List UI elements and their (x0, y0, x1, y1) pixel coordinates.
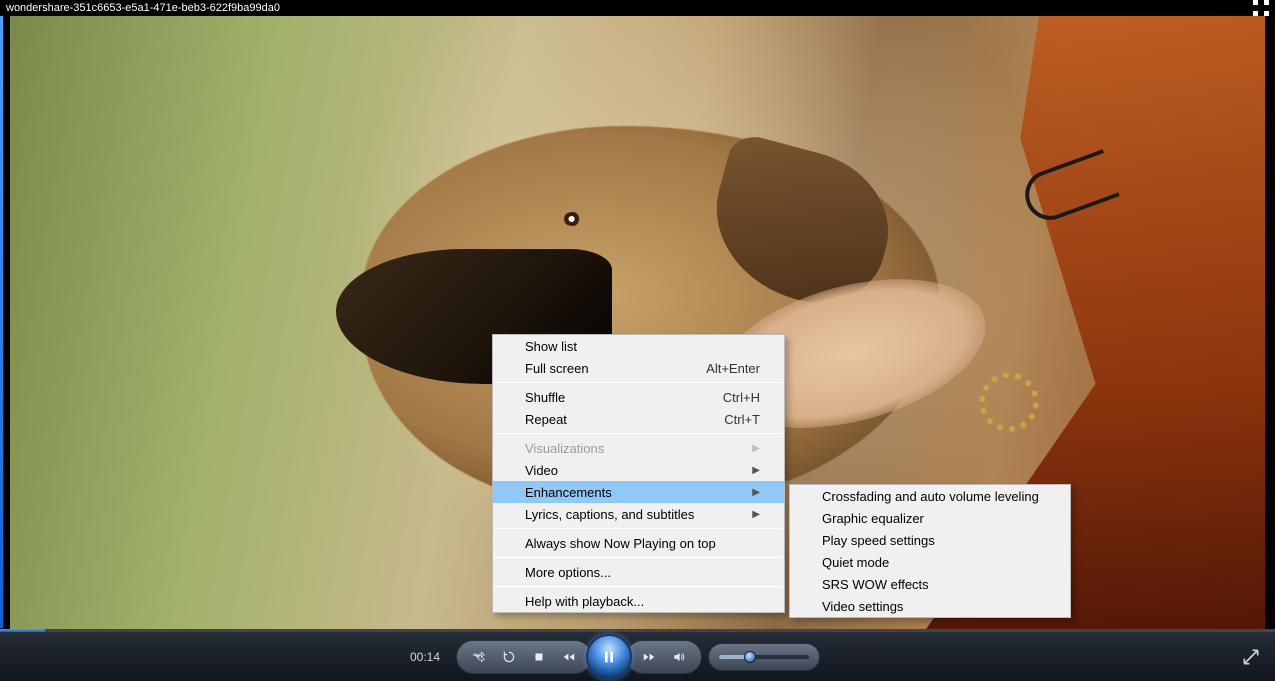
switch-view-icon[interactable] (1253, 0, 1269, 16)
volume-capsule (708, 643, 820, 671)
shuffle-icon (472, 650, 486, 664)
submenu-item-label: SRS WOW effects (822, 577, 1046, 592)
menu-item-help-with-playback[interactable]: Help with playback... (493, 590, 784, 612)
menu-separator (494, 528, 783, 529)
menu-item-label: Shuffle (525, 390, 699, 405)
menu-item-more-options[interactable]: More options... (493, 561, 784, 583)
menu-item-repeat[interactable]: Repeat Ctrl+T (493, 408, 784, 430)
menu-item-shuffle[interactable]: Shuffle Ctrl+H (493, 386, 784, 408)
stop-icon (532, 650, 546, 664)
mute-button[interactable] (665, 643, 693, 671)
context-menu: Show list Full screen Alt+Enter Shuffle Ctrl… (492, 334, 785, 613)
menu-item-always-show-now-playing-on-top[interactable]: Always show Now Playing on top (493, 532, 784, 554)
menu-separator (494, 382, 783, 383)
previous-icon (562, 650, 576, 664)
menu-item-enhancements[interactable]: Enhancements ▶ (493, 481, 784, 503)
menu-item-lyrics-captions-and-subtitles[interactable]: Lyrics, captions, and subtitles ▶ (493, 503, 784, 525)
enhancements-submenu: Crossfading and auto volume leveling Grap… (789, 484, 1071, 618)
submenu-item-quiet-mode[interactable]: Quiet mode (790, 551, 1070, 573)
window-title: wondershare-351c6653-e5a1-471e-beb3-622f… (6, 2, 280, 14)
submenu-item-label: Play speed settings (822, 533, 1046, 548)
submenu-item-video-settings[interactable]: Video settings (790, 595, 1070, 617)
submenu-arrow-icon: ▶ (752, 443, 760, 454)
next-button[interactable] (635, 643, 663, 671)
elapsed-time: 00:14 (410, 650, 440, 664)
menu-separator (494, 586, 783, 587)
control-capsule-right (626, 640, 702, 674)
menu-item-visualizations: Visualizations ▶ (493, 437, 784, 459)
submenu-arrow-icon: ▶ (752, 509, 760, 520)
menu-item-label: Video (525, 463, 728, 478)
play-pause-button[interactable] (586, 634, 632, 680)
control-center (456, 634, 820, 680)
menu-item-label: Help with playback... (525, 594, 760, 609)
menu-separator (494, 557, 783, 558)
fullscreen-button[interactable] (1241, 647, 1261, 667)
fullscreen-icon (1241, 647, 1261, 667)
menu-item-shortcut: Ctrl+T (724, 412, 760, 427)
menu-item-label: Show list (525, 339, 760, 354)
left-edge-highlight (0, 16, 3, 628)
submenu-arrow-icon: ▶ (752, 487, 760, 498)
menu-item-shortcut: Ctrl+H (723, 390, 760, 405)
menu-item-label: Repeat (525, 412, 700, 427)
menu-item-show-list[interactable]: Show list (493, 335, 784, 357)
submenu-item-label: Crossfading and auto volume leveling (822, 489, 1046, 504)
shuffle-button[interactable] (465, 643, 493, 671)
submenu-item-label: Graphic equalizer (822, 511, 1046, 526)
submenu-item-label: Quiet mode (822, 555, 1046, 570)
volume-slider[interactable] (719, 655, 809, 659)
submenu-arrow-icon: ▶ (752, 465, 760, 476)
submenu-item-play-speed-settings[interactable]: Play speed settings (790, 529, 1070, 551)
menu-item-full-screen[interactable]: Full screen Alt+Enter (493, 357, 784, 379)
menu-item-label: Enhancements (525, 485, 728, 500)
previous-button[interactable] (555, 643, 583, 671)
pause-icon (601, 649, 617, 665)
menu-item-label: Visualizations (525, 441, 728, 456)
menu-item-label: Always show Now Playing on top (525, 536, 760, 551)
submenu-item-label: Video settings (822, 599, 1046, 614)
control-capsule-left (456, 640, 592, 674)
stop-button[interactable] (525, 643, 553, 671)
volume-thumb[interactable] (744, 651, 756, 663)
submenu-item-crossfading-and-auto-volume-leveling[interactable]: Crossfading and auto volume leveling (790, 485, 1070, 507)
submenu-item-srs-wow-effects[interactable]: SRS WOW effects (790, 573, 1070, 595)
menu-item-shortcut: Alt+Enter (706, 361, 760, 376)
next-icon (642, 650, 656, 664)
play-pause-wrapper (586, 634, 632, 680)
volume-icon (672, 650, 686, 664)
menu-item-label: More options... (525, 565, 760, 580)
menu-item-video[interactable]: Video ▶ (493, 459, 784, 481)
menu-item-label: Lyrics, captions, and subtitles (525, 507, 728, 522)
repeat-button[interactable] (495, 643, 523, 671)
menu-item-label: Full screen (525, 361, 682, 376)
menu-separator (494, 433, 783, 434)
submenu-item-graphic-equalizer[interactable]: Graphic equalizer (790, 507, 1070, 529)
repeat-icon (502, 650, 516, 664)
playback-controls: 00:14 (0, 632, 1275, 681)
titlebar: wondershare-351c6653-e5a1-471e-beb3-622f… (0, 0, 1275, 16)
